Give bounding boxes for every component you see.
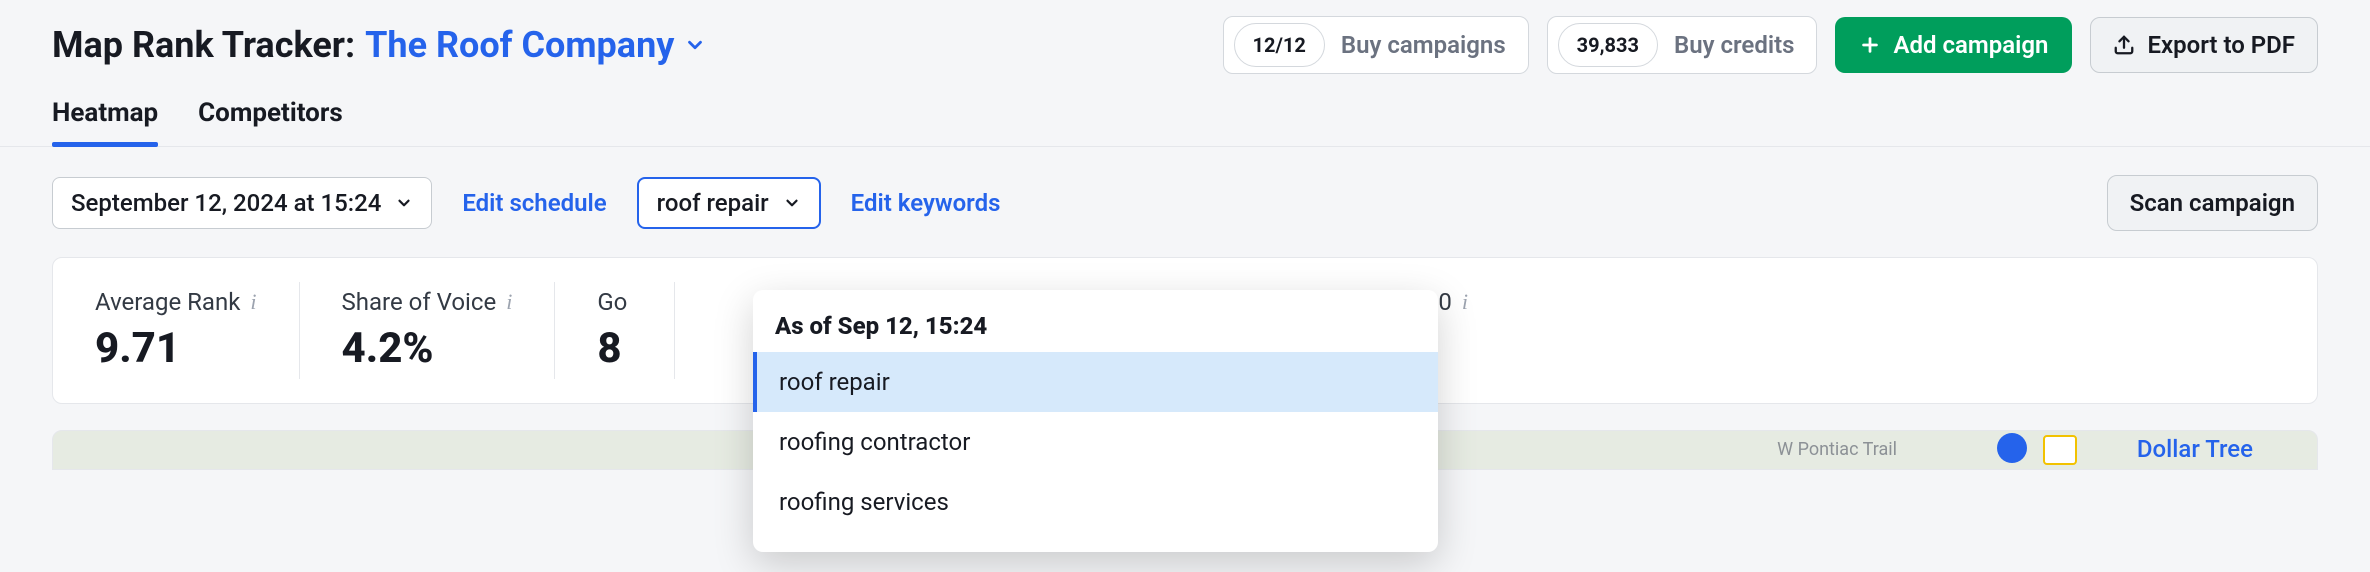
export-pdf-button[interactable]: Export to PDF bbox=[2090, 17, 2318, 73]
controls-row: September 12, 2024 at 15:24 Edit schedul… bbox=[52, 147, 2318, 257]
export-icon bbox=[2113, 34, 2135, 56]
map-road-label: W Pontiac Trail bbox=[1777, 439, 1897, 460]
keyword-dropdown-item[interactable]: roofing contractor bbox=[753, 412, 1438, 472]
stat-sov-label: Share of Voice bbox=[342, 288, 497, 316]
tab-heatmap[interactable]: Heatmap bbox=[52, 98, 158, 146]
credits-count-badge: 39,833 bbox=[1558, 23, 1658, 67]
stat-average-rank-label: Average Rank bbox=[95, 288, 240, 316]
page-title-group: Map Rank Tracker: The Roof Company bbox=[52, 24, 706, 66]
scan-campaign-button[interactable]: Scan campaign bbox=[2107, 175, 2318, 231]
stat-sov-value: 4.2% bbox=[342, 324, 513, 373]
header-actions: 12/12 Buy campaigns 39,833 Buy credits A… bbox=[1223, 16, 2318, 74]
info-icon[interactable]: i bbox=[506, 289, 512, 315]
date-selector[interactable]: September 12, 2024 at 15:24 bbox=[52, 177, 432, 229]
buy-campaigns-button[interactable]: 12/12 Buy campaigns bbox=[1223, 16, 1529, 74]
date-selector-label: September 12, 2024 at 15:24 bbox=[71, 189, 381, 217]
add-campaign-label: Add campaign bbox=[1893, 31, 2048, 59]
highway-shield-icon bbox=[2043, 435, 2077, 465]
tab-competitors[interactable]: Competitors bbox=[198, 98, 343, 146]
tabs-bar: Heatmap Competitors bbox=[0, 98, 2370, 147]
scan-campaign-label: Scan campaign bbox=[2130, 189, 2295, 217]
campaigns-count-badge: 12/12 bbox=[1234, 23, 1325, 67]
plus-icon bbox=[1859, 34, 1881, 56]
chevron-down-icon bbox=[783, 194, 801, 212]
add-campaign-button[interactable]: Add campaign bbox=[1835, 17, 2072, 73]
keyword-dropdown-panel: As of Sep 12, 15:24 roof repair roofing … bbox=[753, 290, 1438, 552]
buy-campaigns-label: Buy campaigns bbox=[1341, 31, 1506, 59]
edit-keywords-link[interactable]: Edit keywords bbox=[851, 189, 1001, 217]
stat-third-label-prefix: Go bbox=[597, 288, 627, 316]
stat-third-value-prefix: 8 bbox=[597, 324, 632, 373]
info-icon[interactable]: i bbox=[250, 289, 256, 315]
keyword-dropdown-heading: As of Sep 12, 15:24 bbox=[753, 312, 1438, 352]
info-icon[interactable]: i bbox=[1462, 289, 1468, 315]
export-pdf-label: Export to PDF bbox=[2147, 31, 2295, 59]
header-row: Map Rank Tracker: The Roof Company 12/12… bbox=[52, 16, 2318, 98]
stat-share-of-voice: Share of Voice i 4.2% bbox=[300, 282, 556, 379]
page-title-static: Map Rank Tracker: bbox=[52, 24, 355, 66]
chevron-down-icon bbox=[684, 34, 706, 56]
buy-credits-label: Buy credits bbox=[1674, 31, 1795, 59]
keyword-dropdown-item[interactable]: roofing services bbox=[753, 472, 1438, 532]
stat-average-rank-value: 9.71 bbox=[95, 324, 257, 373]
keyword-selector-label: roof repair bbox=[657, 189, 769, 217]
map-poi-label: Dollar Tree bbox=[2137, 435, 2253, 463]
keyword-dropdown-item[interactable]: roof repair bbox=[753, 352, 1438, 412]
chevron-down-icon bbox=[395, 194, 413, 212]
edit-schedule-link[interactable]: Edit schedule bbox=[462, 189, 606, 217]
buy-credits-button[interactable]: 39,833 Buy credits bbox=[1547, 16, 1818, 74]
stat-third-partial: Go 8 bbox=[555, 282, 675, 379]
project-name: The Roof Company bbox=[365, 24, 674, 66]
keyword-selector[interactable]: roof repair bbox=[637, 177, 821, 229]
shopping-pin-icon bbox=[1997, 433, 2027, 463]
stat-average-rank: Average Rank i 9.71 bbox=[53, 282, 300, 379]
project-selector[interactable]: The Roof Company bbox=[365, 24, 706, 66]
